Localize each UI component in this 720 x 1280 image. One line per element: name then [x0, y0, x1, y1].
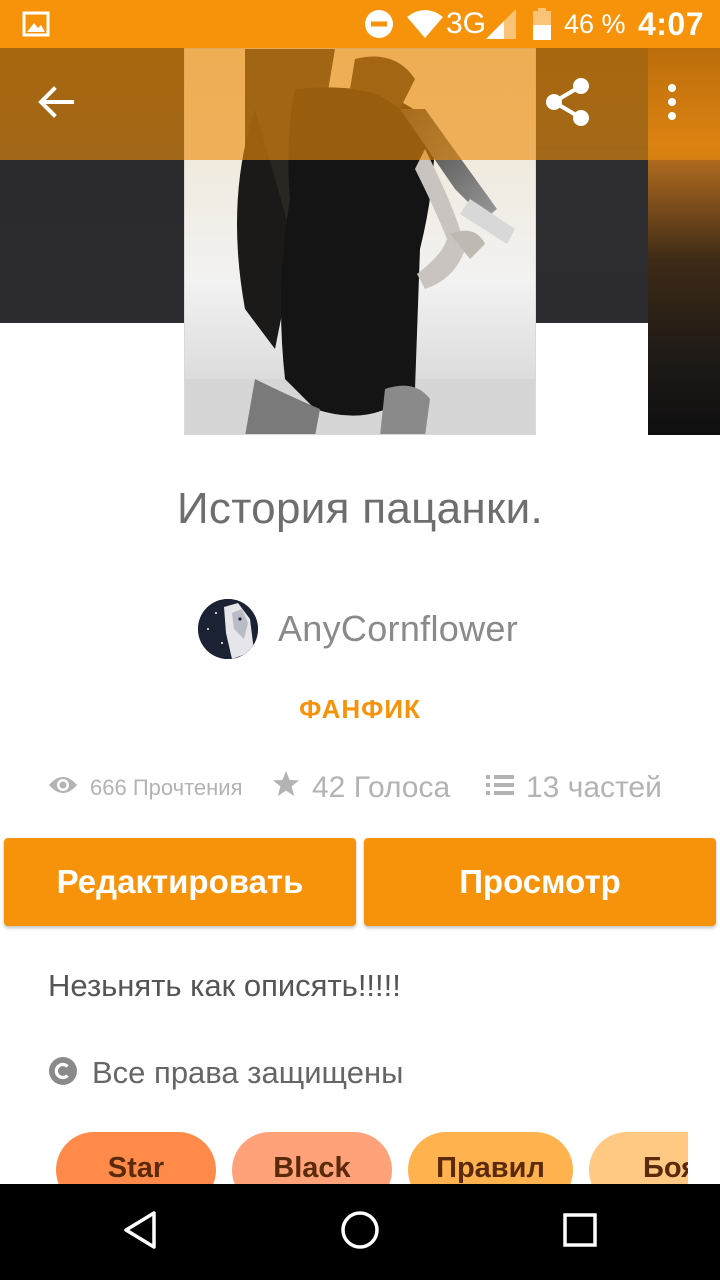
reads-stat: 666 Прочтения: [48, 760, 243, 816]
story-stats: 666 Прочтения 42 Голоса 13 частей: [0, 760, 720, 816]
nav-home-button[interactable]: [300, 1184, 420, 1280]
back-button[interactable]: [16, 48, 96, 160]
top-toolbar: [0, 48, 720, 160]
more-vertical-icon: [667, 83, 677, 125]
copyright-text: Все права защищены: [92, 1055, 404, 1090]
votes-count: 42 Голоса: [312, 771, 451, 804]
view-button[interactable]: Просмотр: [364, 838, 716, 926]
battery-percent: 46 %: [564, 8, 626, 39]
author-avatar[interactable]: [198, 599, 258, 659]
tag-chip[interactable]: Боя: [589, 1132, 688, 1184]
clock: 4:07: [637, 5, 704, 42]
nav-back-icon: [122, 1210, 158, 1255]
nav-back-button[interactable]: [80, 1184, 200, 1280]
copyright-row: Все права защищены: [48, 1050, 403, 1096]
do-not-disturb-icon: [364, 0, 394, 48]
tag-chip[interactable]: Black: [232, 1132, 392, 1184]
battery-icon: [532, 0, 552, 48]
reads-count: 666 Прочтения: [90, 775, 243, 800]
list-icon: [486, 771, 526, 805]
parts-stat: 13 частей: [486, 760, 662, 816]
image-notification-icon: [22, 0, 50, 48]
nav-recent-button[interactable]: [520, 1184, 640, 1280]
nav-recent-icon: [562, 1212, 598, 1253]
parts-count: 13 частей: [526, 771, 662, 804]
system-navigation-bar: [0, 1184, 720, 1280]
signal-icon: [486, 0, 516, 48]
back-arrow-icon: [38, 85, 74, 123]
share-icon: [543, 77, 593, 132]
story-details-screen: 3G 46 % 4:07 История пацанки. AnyCornflo…: [0, 0, 720, 1280]
tag-chip[interactable]: Star: [56, 1132, 216, 1184]
star-icon: [272, 770, 312, 806]
tag-list: Star Black Правил Боя: [0, 1132, 688, 1184]
nav-home-icon: [340, 1210, 380, 1255]
network-type: 3G: [446, 7, 487, 40]
copyright-icon: [48, 1056, 78, 1091]
share-button[interactable]: [528, 48, 608, 160]
author-name[interactable]: AnyCornflower: [278, 608, 518, 650]
edit-button[interactable]: Редактировать: [4, 838, 356, 926]
story-description: Незьнять как описять!!!!!: [48, 968, 401, 1003]
author-link[interactable]: AnyCornflower: [198, 599, 518, 659]
category-label[interactable]: ФАНФИК: [0, 694, 720, 725]
wifi-icon: [406, 0, 444, 48]
more-options-button[interactable]: [640, 48, 704, 160]
story-title: История пацанки.: [177, 484, 543, 533]
votes-stat: 42 Голоса: [272, 760, 450, 816]
status-bar: 3G 46 % 4:07: [0, 0, 720, 48]
eye-icon: [48, 775, 90, 801]
tag-chip[interactable]: Правил: [408, 1132, 573, 1184]
